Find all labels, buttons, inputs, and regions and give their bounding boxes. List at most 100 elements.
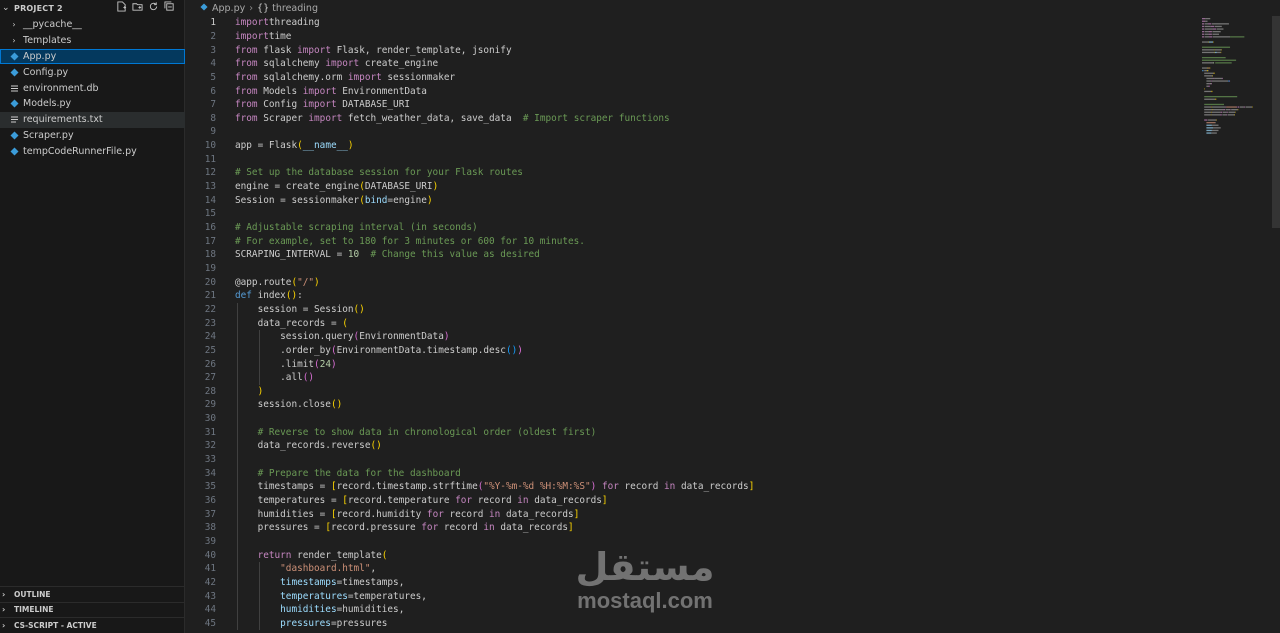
code-line[interactable]: 22 session = Session() xyxy=(186,303,1200,317)
panel-outline[interactable]: › OUTLINE xyxy=(0,586,185,602)
code-line[interactable]: 5 from sqlalchemy.orm import sessionmaker xyxy=(186,71,1200,85)
code-line[interactable]: 24 session.query(EnvironmentData) xyxy=(186,330,1200,344)
code-line[interactable]: 14 Session = sessionmaker(bind=engine) xyxy=(186,193,1200,207)
minimap-line xyxy=(1204,96,1238,98)
explorer-actions xyxy=(116,1,175,12)
watermark-latin: mostaql.com xyxy=(577,588,713,613)
minimap-line xyxy=(1205,20,1208,22)
minimap-line xyxy=(1204,75,1213,77)
code-line[interactable]: 6 from Models import EnvironmentData xyxy=(186,84,1200,98)
code-line[interactable]: 2 importtime xyxy=(186,30,1200,44)
code-editor[interactable]: 1 importthreading 2 importtime 3 from flask i… xyxy=(186,16,1200,633)
tree-item-tempcoderunnerfile-py[interactable]: tempCodeRunnerFile.py xyxy=(0,143,185,159)
code-line[interactable]: 37 humidities = [record.humidity for rec… xyxy=(186,507,1200,521)
code-line[interactable]: 33 xyxy=(186,453,1200,467)
tree-item-requirements-txt[interactable]: requirements.txt xyxy=(0,111,185,128)
code-line[interactable]: 4 from sqlalchemy import create_engine xyxy=(186,57,1200,71)
line-number: 28 xyxy=(204,385,216,397)
code-line[interactable]: 26 .limit(24) xyxy=(186,357,1200,371)
code-line[interactable]: 35 timestamps = [record.timestamp.strfti… xyxy=(186,480,1200,494)
minimap-line xyxy=(1209,67,1211,69)
panel-timeline[interactable]: › TIMELINE xyxy=(0,601,185,618)
code-line[interactable]: 13 engine = create_engine(DATABASE_URI) xyxy=(186,180,1200,194)
tree-item-pycache[interactable]: › __pycache__ xyxy=(0,17,185,33)
line-number: 39 xyxy=(204,535,216,547)
code-line[interactable]: 30 xyxy=(186,412,1200,426)
line-number: 32 xyxy=(204,440,216,452)
minimap-line xyxy=(1202,49,1215,51)
minimap[interactable] xyxy=(1200,16,1270,146)
code-line[interactable]: 16 # Adjustable scraping interval (in sec… xyxy=(186,221,1200,235)
tree-item-config-py[interactable]: Config.py xyxy=(0,64,185,80)
code-text: from Scraper import fetch_weather_data, … xyxy=(235,112,670,124)
code-line[interactable]: 19 xyxy=(186,262,1200,276)
new-file-icon[interactable] xyxy=(116,1,127,12)
code-line[interactable]: 28 ) xyxy=(186,385,1200,399)
code-line[interactable]: 7 from Config import DATABASE_URI xyxy=(186,98,1200,112)
breadcrumb-symbol[interactable]: threading xyxy=(272,3,318,14)
minimap-line xyxy=(1213,36,1231,38)
minimap-line xyxy=(1208,85,1210,87)
minimap-line xyxy=(1215,98,1217,100)
code-text: app = Flask(__name__) xyxy=(235,140,354,152)
code-line[interactable]: 1 importthreading xyxy=(186,16,1200,30)
code-line[interactable]: 25 .order_by(EnvironmentData.timestamp.d… xyxy=(186,344,1200,358)
tree-item-app-py[interactable]: App.py xyxy=(0,48,185,65)
code-line[interactable]: 20 @app.route("/") xyxy=(186,275,1200,289)
minimap-line xyxy=(1213,62,1215,64)
collapse-all-icon[interactable] xyxy=(164,1,175,12)
code-line[interactable]: 11 xyxy=(186,153,1200,167)
tree-item-label: App.py xyxy=(23,50,57,62)
code-line[interactable]: 3 from flask import Flask, render_templat… xyxy=(186,43,1200,57)
tree-item-templates[interactable]: › Templates xyxy=(0,33,185,49)
code-line[interactable]: 18 SCRAPING_INTERVAL = 10 # Change this v… xyxy=(186,248,1200,262)
code-line[interactable]: 29 session.close() xyxy=(186,398,1200,412)
code-line[interactable]: 34 # Prepare the data for the dashboard xyxy=(186,466,1200,480)
minimap-line xyxy=(1204,70,1207,72)
code-text: data_records.reverse() xyxy=(235,440,382,452)
code-line[interactable]: 31 # Reverse to show data in chronologic… xyxy=(186,426,1200,440)
line-number: 36 xyxy=(204,495,216,507)
chevron-down-icon[interactable]: ⌄ xyxy=(2,3,14,13)
code-line[interactable]: 32 data_records.reverse() xyxy=(186,439,1200,453)
code-text: data_records = ( xyxy=(235,317,348,329)
code-text: # Set up the database session for your F… xyxy=(235,167,523,179)
minimap-line xyxy=(1202,23,1205,25)
code-line[interactable]: 36 temperatures = [record.temperature fo… xyxy=(186,494,1200,508)
tree-item-label: environment.db xyxy=(23,82,99,94)
code-line[interactable]: 27 .all() xyxy=(186,371,1200,385)
code-line[interactable]: 17 # For example, set to 180 for 3 minute… xyxy=(186,234,1200,248)
code-line[interactable]: 15 xyxy=(186,207,1200,221)
code-line[interactable]: 12 # Set up the database session for your… xyxy=(186,166,1200,180)
minimap-line xyxy=(1208,119,1217,121)
code-line[interactable]: 8 from Scraper import fetch_weather_data,… xyxy=(186,112,1200,126)
code-line[interactable]: 23 data_records = ( xyxy=(186,316,1200,330)
breadcrumb-file[interactable]: App.py xyxy=(212,3,245,14)
minimap-line xyxy=(1207,67,1209,69)
tree-item-label: Models.py xyxy=(23,98,72,110)
minimap-line xyxy=(1202,28,1205,30)
tree-item-scraper-py[interactable]: Scraper.py xyxy=(0,128,185,144)
minimap-line xyxy=(1204,114,1211,116)
code-line[interactable]: 9 xyxy=(186,125,1200,139)
python-file-icon xyxy=(9,130,19,140)
line-number: 4 xyxy=(210,58,216,70)
panel-label: TIMELINE xyxy=(14,605,54,615)
minimap-line xyxy=(1205,18,1211,20)
code-line[interactable]: 10 app = Flask(__name__) xyxy=(186,139,1200,153)
tree-item-models-py[interactable]: Models.py xyxy=(0,96,185,112)
new-folder-icon[interactable] xyxy=(132,1,143,12)
project-header[interactable]: ⌄ PROJECT 2 xyxy=(0,0,185,16)
refresh-icon[interactable] xyxy=(148,1,159,12)
minimap-line xyxy=(1208,67,1210,69)
editor-scrollbar[interactable] xyxy=(1272,16,1280,228)
panel-label: CS-SCRIPT - ACTIVE xyxy=(14,620,97,630)
minimap-line xyxy=(1208,33,1212,35)
tree-item-environment-db[interactable]: environment.db xyxy=(0,80,185,96)
minimap-line xyxy=(1229,80,1231,82)
code-line[interactable]: 38 pressures = [record.pressure for reco… xyxy=(186,521,1200,535)
panel-cs-script[interactable]: › CS-SCRIPT - ACTIVE xyxy=(0,617,185,633)
code-line[interactable]: 21 def index(): xyxy=(186,289,1200,303)
minimap-line xyxy=(1212,33,1220,35)
minimap-line xyxy=(1211,124,1219,126)
